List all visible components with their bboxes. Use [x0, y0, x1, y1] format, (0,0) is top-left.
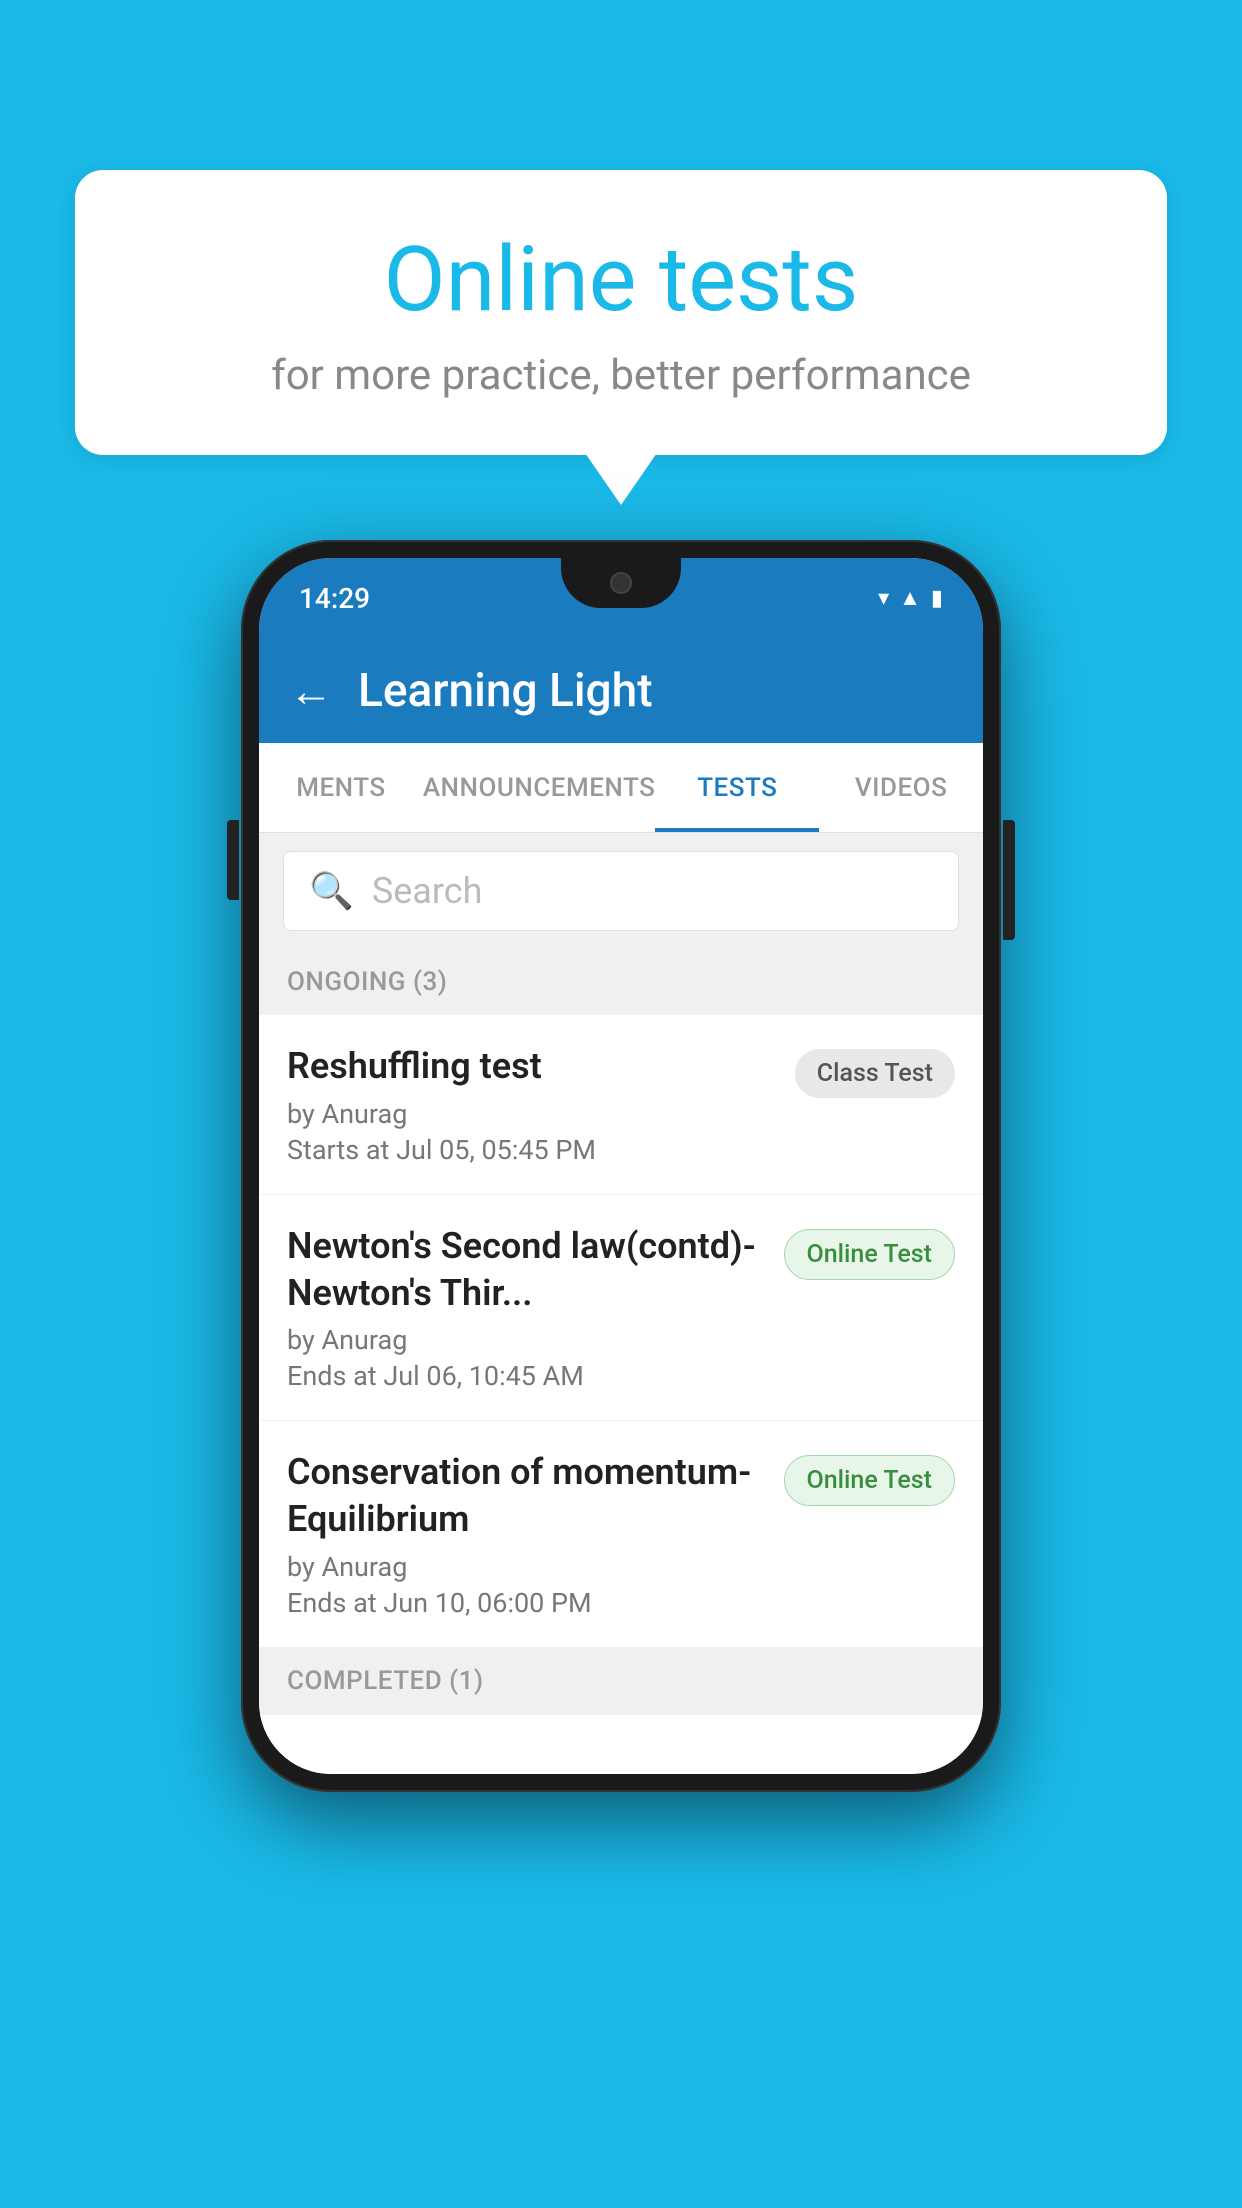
notch-cutout	[561, 558, 681, 608]
test-item[interactable]: Conservation of momentum-Equilibrium by …	[259, 1421, 983, 1648]
test-badge-class: Class Test	[795, 1049, 955, 1098]
battery-icon: ▮	[931, 586, 943, 611]
test-name: Newton's Second law(contd)-Newton's Thir…	[287, 1223, 766, 1317]
app-bar: ← Learning Light	[259, 638, 983, 743]
test-info: Reshuffling test by Anurag Starts at Jul…	[287, 1043, 777, 1166]
tabs-bar: MENTS ANNOUNCEMENTS TESTS VIDEOS	[259, 743, 983, 833]
test-author: by Anurag	[287, 1324, 766, 1356]
phone-outer: 14:29 ▾ ▲ ▮ ← Learning Light MENTS	[241, 540, 1001, 1792]
test-date: Starts at Jul 05, 05:45 PM	[287, 1134, 777, 1166]
completed-section-header: COMPLETED (1)	[259, 1648, 983, 1714]
ongoing-section-header: ONGOING (3)	[259, 949, 983, 1015]
test-badge-online: Online Test	[784, 1229, 955, 1280]
tab-tests[interactable]: TESTS	[655, 743, 819, 832]
bottom-fade	[259, 1714, 983, 1774]
bubble-subtitle: for more practice, better performance	[125, 351, 1117, 400]
status-icons: ▾ ▲ ▮	[878, 585, 943, 611]
test-info: Newton's Second law(contd)-Newton's Thir…	[287, 1223, 766, 1393]
tab-assignments[interactable]: MENTS	[259, 743, 423, 832]
back-button[interactable]: ←	[289, 669, 333, 713]
speech-bubble: Online tests for more practice, better p…	[75, 170, 1167, 455]
search-bar[interactable]: 🔍 Search	[283, 851, 959, 931]
test-item[interactable]: Newton's Second law(contd)-Newton's Thir…	[259, 1195, 983, 1422]
completed-label: COMPLETED (1)	[287, 1666, 484, 1696]
ongoing-label: ONGOING (3)	[287, 967, 447, 997]
phone-screen: 14:29 ▾ ▲ ▮ ← Learning Light MENTS	[259, 558, 983, 1774]
phone-wrapper: 14:29 ▾ ▲ ▮ ← Learning Light MENTS	[241, 540, 1001, 1792]
test-date: Ends at Jul 06, 10:45 AM	[287, 1360, 766, 1392]
status-time: 14:29	[299, 582, 370, 615]
signal-icon: ▲	[899, 585, 921, 611]
bubble-title: Online tests	[125, 230, 1117, 329]
status-bar: 14:29 ▾ ▲ ▮	[259, 558, 983, 638]
test-item[interactable]: Reshuffling test by Anurag Starts at Jul…	[259, 1015, 983, 1195]
search-icon: 🔍	[309, 870, 354, 912]
camera-dot	[610, 572, 632, 594]
test-name: Conservation of momentum-Equilibrium	[287, 1449, 766, 1543]
tab-videos[interactable]: VIDEOS	[819, 743, 983, 832]
app-title: Learning Light	[358, 664, 653, 718]
test-list: Reshuffling test by Anurag Starts at Jul…	[259, 1015, 983, 1648]
test-badge-online: Online Test	[784, 1455, 955, 1506]
test-info: Conservation of momentum-Equilibrium by …	[287, 1449, 766, 1619]
test-date: Ends at Jun 10, 06:00 PM	[287, 1587, 766, 1619]
wifi-icon: ▾	[878, 586, 889, 611]
test-name: Reshuffling test	[287, 1043, 777, 1090]
search-container: 🔍 Search	[259, 833, 983, 949]
test-author: by Anurag	[287, 1098, 777, 1130]
tab-announcements[interactable]: ANNOUNCEMENTS	[423, 743, 656, 832]
test-author: by Anurag	[287, 1551, 766, 1583]
search-placeholder: Search	[372, 870, 483, 912]
